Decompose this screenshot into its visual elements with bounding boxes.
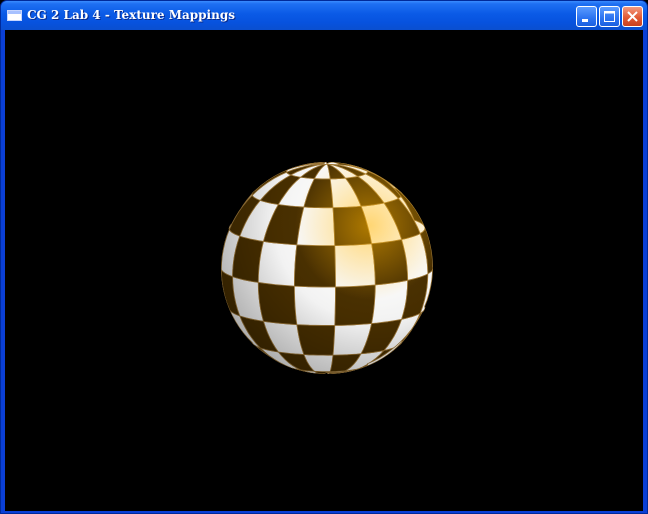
minimize-icon bbox=[582, 19, 588, 22]
viewport-canvas bbox=[221, 162, 433, 374]
minimize-button[interactable] bbox=[576, 6, 597, 27]
title-bar[interactable]: CG 2 Lab 4 - Texture Mappings bbox=[1, 1, 647, 30]
close-button[interactable] bbox=[622, 6, 643, 27]
app-window: CG 2 Lab 4 - Texture Mappings bbox=[0, 0, 648, 514]
maximize-icon bbox=[604, 11, 615, 22]
close-icon bbox=[627, 11, 638, 22]
sphere-shading bbox=[221, 162, 433, 374]
window-icon[interactable] bbox=[7, 10, 22, 21]
maximize-button[interactable] bbox=[599, 6, 620, 27]
gl-viewport[interactable] bbox=[5, 30, 643, 511]
window-title: CG 2 Lab 4 - Texture Mappings bbox=[27, 8, 235, 22]
